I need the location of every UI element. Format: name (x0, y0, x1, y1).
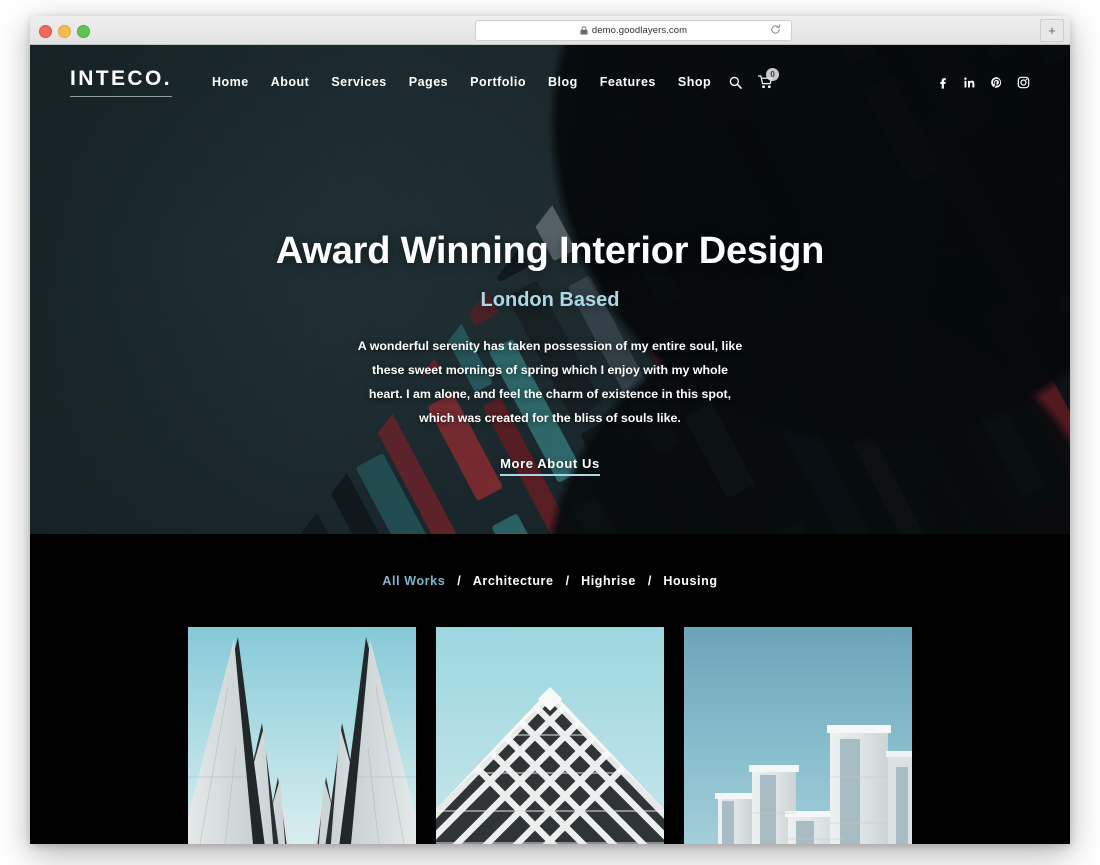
diagrid-facade-artwork (436, 627, 664, 844)
hero-subtitle: London Based (480, 288, 620, 311)
portfolio-grid (30, 627, 1070, 844)
pinterest-icon[interactable] (990, 76, 1003, 89)
nav-item-shop[interactable]: Shop (678, 75, 711, 89)
new-tab-button[interactable]: + (1040, 19, 1064, 42)
main-navigation: Home About Services Pages Portfolio Blog… (212, 75, 711, 89)
page-viewport: INTECO. Home About Services Pages Portfo… (30, 45, 1070, 844)
instagram-icon[interactable] (1017, 76, 1030, 89)
nav-item-pages[interactable]: Pages (409, 75, 448, 89)
social-links (936, 76, 1030, 89)
filter-separator: / (565, 574, 570, 588)
reload-icon[interactable] (770, 24, 781, 35)
browser-window: demo.goodlayers.com + INTECO. Home About… (30, 16, 1070, 844)
close-button[interactable] (39, 25, 52, 38)
hero-copy: Award Winning Interior Design London Bas… (30, 230, 1070, 476)
site-header: INTECO. Home About Services Pages Portfo… (30, 45, 1070, 119)
hero-title: Award Winning Interior Design (275, 230, 825, 272)
filter-housing[interactable]: Housing (663, 574, 717, 588)
concrete-wedges-artwork (188, 627, 416, 844)
hero-paragraph: A wonderful serenity has taken possessio… (357, 338, 743, 426)
nav-item-features[interactable]: Features (600, 75, 656, 89)
maximize-button[interactable] (77, 25, 90, 38)
filter-separator: / (457, 574, 461, 588)
filter-separator: / (647, 574, 652, 588)
plus-icon: + (1048, 23, 1056, 38)
portfolio-filter-bar: All Works / Architecture / Highrise / Ho… (30, 534, 1070, 588)
nav-item-blog[interactable]: Blog (548, 75, 578, 89)
hero-section: INTECO. Home About Services Pages Portfo… (30, 45, 1070, 534)
nav-item-services[interactable]: Services (331, 75, 386, 89)
filter-highrise[interactable]: Highrise (581, 574, 636, 588)
search-icon[interactable] (729, 76, 742, 89)
nav-item-portfolio[interactable]: Portfolio (470, 75, 526, 89)
nav-item-home[interactable]: Home (212, 75, 249, 89)
nav-item-about[interactable]: About (271, 75, 310, 89)
stepped-blocks-artwork (684, 627, 912, 844)
lock-icon (580, 26, 588, 35)
portfolio-thumb-stepped-blocks[interactable] (684, 627, 912, 844)
filter-architecture[interactable]: Architecture (473, 574, 554, 588)
url-text: demo.goodlayers.com (591, 25, 688, 36)
address-bar[interactable]: demo.goodlayers.com (475, 20, 792, 41)
desktop-backdrop: demo.goodlayers.com + INTECO. Home About… (0, 0, 1100, 865)
cart-button[interactable]: 0 (758, 68, 780, 89)
portfolio-thumb-concrete-wedges[interactable] (188, 627, 416, 844)
filter-all-works[interactable]: All Works (382, 574, 445, 588)
header-tools: 0 (729, 68, 780, 89)
window-controls (39, 25, 90, 38)
more-about-us-button[interactable]: More About Us (500, 456, 600, 476)
browser-titlebar: demo.goodlayers.com + (30, 16, 1070, 45)
site-logo[interactable]: INTECO. (70, 67, 172, 97)
linkedin-icon[interactable] (963, 76, 976, 89)
portfolio-section: All Works / Architecture / Highrise / Ho… (30, 534, 1070, 844)
minimize-button[interactable] (58, 25, 71, 38)
cart-count-badge: 0 (766, 68, 780, 81)
portfolio-thumb-diagrid-facade[interactable] (436, 627, 664, 844)
facebook-icon[interactable] (936, 76, 949, 89)
